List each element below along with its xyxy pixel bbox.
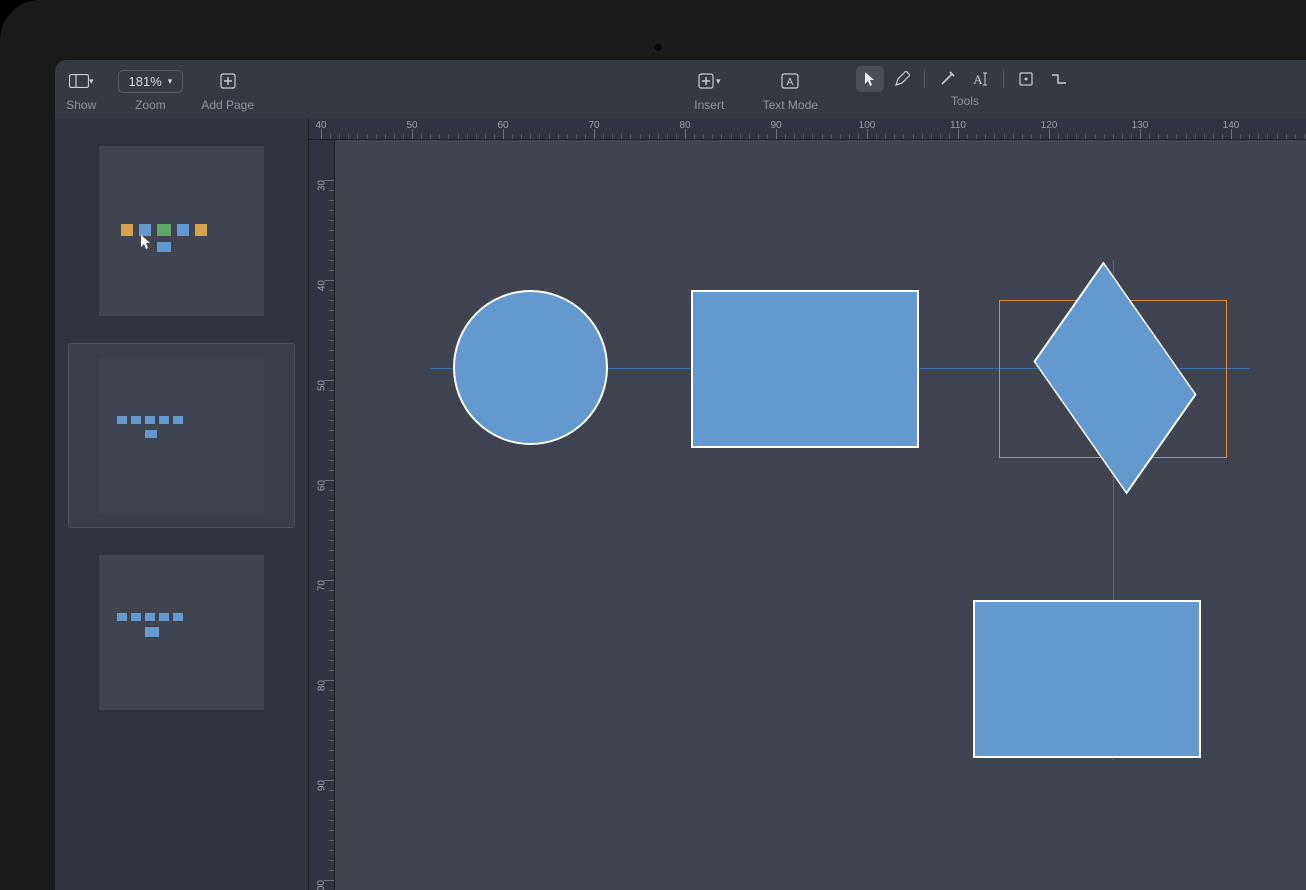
ruler-tick-label: 60 [317,480,328,491]
insert-label: Insert [694,98,724,112]
shape-tool[interactable] [1012,66,1040,92]
pages-sidebar [55,118,309,890]
text-mode-label: Text Mode [763,98,818,112]
canvas[interactable] [335,140,1306,890]
ruler-tick-label: 140 [1223,120,1240,131]
ruler-tick-label: 50 [317,380,328,391]
thumb-canvas [99,358,264,513]
page-thumbnail-2[interactable] [69,344,294,527]
insert-group: ▾ Insert [692,66,727,112]
divider [924,70,925,88]
ruler-tick-label: 80 [679,120,690,131]
ruler-tick-label: 80 [317,680,328,691]
rectangle-shape-bottom[interactable] [973,600,1201,758]
ruler-tick-label: 90 [770,120,781,131]
text-tool[interactable]: A [965,66,995,92]
show-group: ▾ Show [63,66,100,112]
zoom-dropdown[interactable]: 181% ▾ [118,70,184,93]
vertical-ruler: 30 40 50 60 70 80 90 100 [309,140,335,890]
thumb-canvas [99,555,264,710]
ruler-tick-label: 100 [317,880,328,890]
ruler-tick-label: 30 [317,180,328,191]
ruler-tick-label: 130 [1132,120,1149,131]
select-tool[interactable] [856,66,884,92]
rectangle-shape[interactable] [691,290,919,448]
pen-tool[interactable] [933,66,961,92]
ruler-tick-label: 60 [497,120,508,131]
text-mode-button[interactable]: A [775,68,805,94]
chevron-down-icon: ▾ [168,76,173,87]
ruler-tick-label: 90 [317,780,328,791]
text-mode-group: A Text Mode [763,66,818,112]
page-thumbnail-1[interactable] [69,132,294,330]
ruler-tick-label: 70 [588,120,599,131]
chevron-down-icon: ▾ [89,76,94,87]
ruler-tick-label: 100 [859,120,876,131]
ruler-tick-label: 120 [1041,120,1058,131]
diamond-shape[interactable] [1035,298,1195,458]
zoom-label: Zoom [135,98,166,112]
svg-text:A: A [973,72,983,87]
tools-group: A Tools [856,66,1074,108]
ruler-tick-label: 40 [317,280,328,291]
ruler-tick-label: 110 [950,120,966,131]
ruler-tick-label: 40 [315,120,326,131]
thumb-canvas [99,146,264,316]
show-sidebar-button[interactable]: ▾ [63,68,100,94]
zoom-group: 181% ▾ Zoom [118,66,184,112]
circle-shape[interactable] [453,290,608,445]
ruler-tick-label: 70 [317,580,328,591]
ruler-tick-label: 50 [406,120,417,131]
add-page-group: Add Page [201,66,254,112]
pencil-tool[interactable] [888,66,916,92]
page-thumbnail-3[interactable] [69,541,294,724]
divider [1003,70,1004,88]
insert-button[interactable]: ▾ [692,68,727,94]
horizontal-ruler: 40 50 60 70 80 90 100 110 120 130 140 [309,118,1306,140]
add-page-button[interactable] [214,68,242,94]
svg-text:A: A [787,77,794,88]
add-page-label: Add Page [201,98,254,112]
zoom-value: 181% [129,74,162,89]
show-label: Show [66,98,96,112]
device-camera [653,42,663,52]
toolbar: ▾ Show 181% ▾ Zoom [55,60,1306,118]
chevron-down-icon: ▾ [716,76,721,87]
tools-label: Tools [951,94,979,108]
connector-tool[interactable] [1044,66,1074,92]
